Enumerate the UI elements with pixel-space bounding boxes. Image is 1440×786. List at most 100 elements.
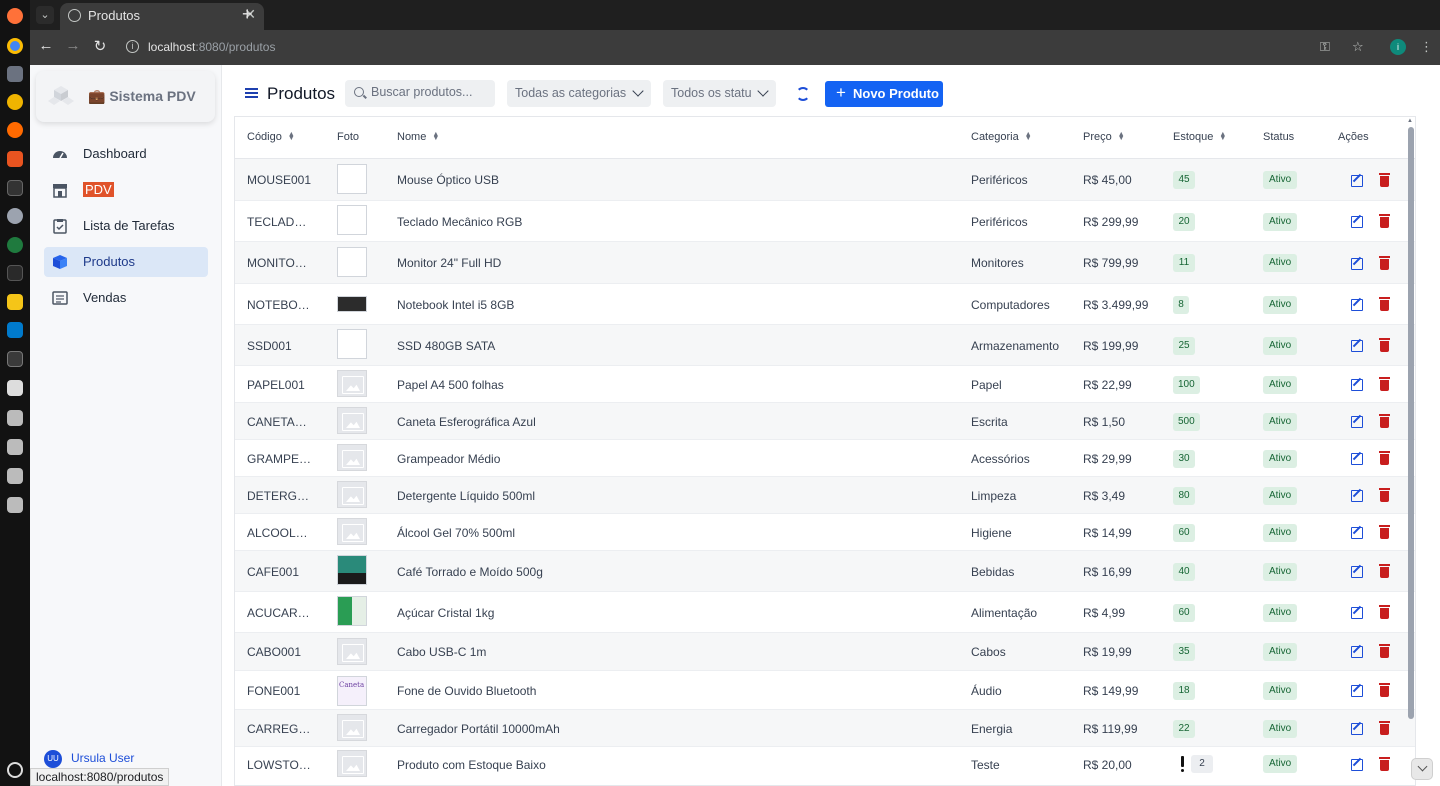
edit-icon[interactable] — [1351, 416, 1363, 428]
edit-icon[interactable] — [1351, 646, 1363, 658]
trash-icon[interactable] — [1379, 338, 1390, 352]
terminal-icon[interactable] — [7, 265, 23, 281]
header-price[interactable]: Preço ▲ ▼ — [1083, 131, 1125, 143]
table-row[interactable]: GRAMPE… Grampeador Médio Acessórios R$ 2… — [235, 440, 1415, 477]
trash-icon[interactable] — [1379, 525, 1390, 539]
table-row[interactable]: CAFE001 Café Torrado e Moído 500g Bebida… — [235, 551, 1415, 592]
app-icon[interactable] — [7, 351, 23, 367]
menu-toggle-icon[interactable] — [245, 88, 258, 98]
edit-icon[interactable] — [1351, 453, 1363, 465]
tab-search-icon[interactable]: ⌄ — [36, 6, 54, 24]
table-row[interactable]: PAPEL001 Papel A4 500 folhas Papel R$ 22… — [235, 366, 1415, 403]
edit-icon[interactable] — [1351, 723, 1363, 735]
apps-grid-icon[interactable] — [7, 762, 23, 778]
trash-icon[interactable] — [1379, 644, 1390, 658]
table-row[interactable]: DETERG… Detergente Líquido 500ml Limpeza… — [235, 477, 1415, 514]
trash-icon[interactable] — [1379, 451, 1390, 465]
trash-icon[interactable] — [1379, 256, 1390, 270]
table-row[interactable]: MOUSE001 Mouse Óptico USB Periféricos R$… — [235, 159, 1415, 201]
table-row[interactable]: ALCOOL… Álcool Gel 70% 500ml Higiene R$ … — [235, 514, 1415, 551]
table-row[interactable]: LOWSTO… Produto com Estoque Baixo Teste … — [235, 747, 1415, 785]
edit-icon[interactable] — [1351, 685, 1363, 697]
sidebar-item-produtos[interactable]: Produtos — [44, 247, 208, 277]
editor-icon[interactable] — [7, 122, 23, 138]
table-scrollbar[interactable] — [1408, 127, 1414, 719]
edit-icon[interactable] — [1351, 216, 1363, 228]
table-row[interactable]: CABO001 Cabo USB-C 1m Cabos R$ 19,99 35 … — [235, 633, 1415, 671]
table-row[interactable]: FONE001 Fone de Ouvido Bluetooth Áudio R… — [235, 671, 1415, 710]
address-bar[interactable]: i localhost:8080/produtos — [118, 34, 1318, 61]
trash-icon[interactable] — [1379, 757, 1390, 771]
header-stock[interactable]: Estoque ▲ ▼ — [1173, 131, 1226, 143]
search-box[interactable] — [345, 80, 495, 107]
trash-icon[interactable] — [1379, 605, 1390, 619]
table-row[interactable]: TECLAD… Teclado Mecânico RGB Periféricos… — [235, 201, 1415, 242]
menu-dots-icon[interactable]: ⋮ — [1420, 39, 1433, 55]
vscode-icon[interactable] — [7, 322, 23, 338]
firefox-icon[interactable] — [7, 8, 23, 24]
drive-icon[interactable] — [7, 439, 23, 455]
drive-icon[interactable] — [7, 410, 23, 426]
table-row[interactable]: MONITO… Monitor 24" Full HD Monitores R$… — [235, 242, 1415, 284]
trash-icon[interactable] — [1379, 297, 1390, 311]
table-row[interactable]: CARREG… Carregador Portátil 10000mAh Ene… — [235, 710, 1415, 747]
header-category[interactable]: Categoria ▲ ▼ — [971, 131, 1032, 143]
trash-icon[interactable] — [1379, 721, 1390, 735]
table-row[interactable]: SSD001 SSD 480GB SATA Armazenamento R$ 1… — [235, 325, 1415, 366]
trash-icon[interactable] — [1379, 488, 1390, 502]
trash-icon[interactable] — [1379, 377, 1390, 391]
browser-tab[interactable]: Produtos ✕ — [60, 3, 264, 30]
edit-icon[interactable] — [1351, 379, 1363, 391]
app-icon[interactable] — [7, 237, 23, 253]
refresh-icon[interactable] — [796, 87, 810, 101]
edit-icon[interactable] — [1351, 759, 1363, 771]
site-info-icon[interactable]: i — [126, 40, 139, 53]
settings-icon[interactable] — [7, 208, 23, 224]
terminal-icon[interactable] — [7, 180, 23, 196]
scroll-down-icon[interactable] — [1411, 758, 1433, 780]
drive-icon[interactable] — [7, 468, 23, 484]
app-icon[interactable] — [7, 380, 23, 396]
sidebar-item-dashboard[interactable]: Dashboard — [44, 139, 208, 169]
trash-icon[interactable] — [1379, 214, 1390, 228]
key-icon[interactable]: ⚿ — [1320, 39, 1330, 55]
trash-icon[interactable] — [1379, 414, 1390, 428]
edit-icon[interactable] — [1351, 607, 1363, 619]
edit-icon[interactable] — [1351, 340, 1363, 352]
search-input[interactable] — [371, 85, 489, 99]
trash-icon[interactable] — [1379, 683, 1390, 697]
files-icon[interactable] — [7, 66, 23, 82]
status-filter[interactable]: Todos os status — [663, 80, 776, 107]
table-row[interactable]: CANETA… Caneta Esferográfica Azul Escrit… — [235, 403, 1415, 440]
new-tab-icon[interactable]: + — [242, 4, 253, 25]
header-name[interactable]: Nome ▲ ▼ — [397, 131, 439, 143]
header-code[interactable]: Código ▲ ▼ — [247, 131, 295, 143]
software-icon[interactable] — [7, 151, 23, 167]
edit-icon[interactable] — [1351, 175, 1363, 187]
edit-icon[interactable] — [1351, 566, 1363, 578]
table-row[interactable]: NOTEBO… Notebook Intel i5 8GB Computador… — [235, 284, 1415, 325]
scroll-up-arrow-icon[interactable]: ▲ — [1407, 118, 1413, 124]
drive-icon[interactable] — [7, 497, 23, 513]
forward-icon[interactable]: → — [63, 37, 83, 54]
user-name[interactable]: Ursula User — [71, 751, 134, 765]
trash-icon[interactable] — [1379, 564, 1390, 578]
sidebar-item-vendas[interactable]: Vendas — [44, 283, 208, 313]
table-row[interactable]: ACUCAR… Açúcar Cristal 1kg Alimentação R… — [235, 592, 1415, 633]
sidebar-item-pdv[interactable]: PDV — [44, 175, 208, 205]
edit-icon[interactable] — [1351, 527, 1363, 539]
trash-icon[interactable] — [1379, 173, 1390, 187]
brand-card[interactable]: 💼 Sistema PDV — [36, 71, 215, 122]
category-filter[interactable]: Todas as categorias — [507, 80, 651, 107]
star-icon[interactable]: ☆ — [1352, 39, 1364, 55]
edit-icon[interactable] — [1351, 258, 1363, 270]
sidebar-item-lista-de-tarefas[interactable]: Lista de Tarefas — [44, 211, 208, 241]
disc-icon[interactable] — [7, 94, 23, 110]
edit-icon[interactable] — [1351, 299, 1363, 311]
chrome-icon[interactable] — [7, 38, 23, 54]
notes-icon[interactable] — [7, 294, 23, 310]
new-product-button[interactable]: + Novo Produto — [825, 81, 943, 107]
profile-avatar[interactable]: i — [1390, 39, 1406, 55]
edit-icon[interactable] — [1351, 490, 1363, 502]
back-icon[interactable]: ← — [36, 37, 56, 54]
